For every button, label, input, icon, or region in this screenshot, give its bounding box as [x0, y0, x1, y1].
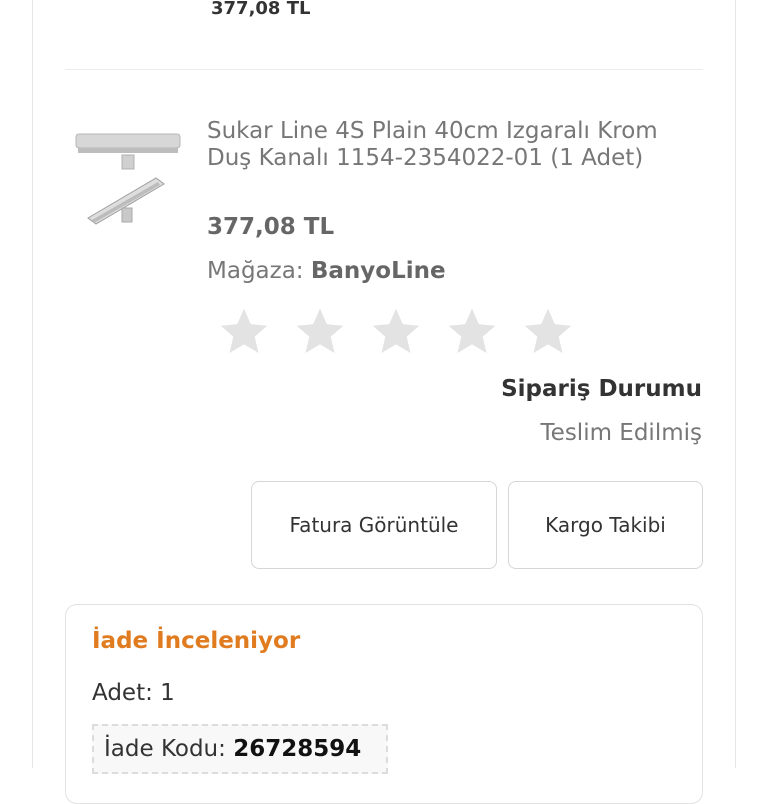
- store-name[interactable]: BanyoLine: [311, 258, 446, 284]
- quantity-label: Adet:: [92, 680, 153, 706]
- product-price: 377,08 TL: [207, 214, 335, 240]
- order-status-label: Sipariş Durumu: [501, 376, 702, 402]
- previous-item-price: 377,08 TL: [211, 0, 311, 19]
- rating-stars: [216, 304, 576, 360]
- store-label: Mağaza:: [207, 258, 304, 284]
- star-icon[interactable]: [216, 304, 272, 360]
- cargo-tracking-button[interactable]: Kargo Takibi: [508, 481, 703, 569]
- divider: [65, 69, 703, 70]
- order-status-value: Teslim Edilmiş: [540, 420, 702, 446]
- product-image[interactable]: [66, 118, 194, 242]
- return-code-label: İade Kodu:: [104, 736, 226, 762]
- quantity-value: 1: [160, 680, 175, 706]
- store-line: Mağaza: BanyoLine: [207, 258, 446, 284]
- return-quantity: Adet: 1: [92, 680, 175, 706]
- star-icon[interactable]: [444, 304, 500, 360]
- star-icon[interactable]: [520, 304, 576, 360]
- return-status: İade İnceleniyor: [92, 628, 301, 654]
- star-icon[interactable]: [368, 304, 424, 360]
- return-code-value: 26728594: [233, 736, 362, 762]
- view-invoice-button[interactable]: Fatura Görüntüle: [251, 481, 497, 569]
- star-icon[interactable]: [292, 304, 348, 360]
- product-title[interactable]: Sukar Line 4S Plain 40cm Izgaralı Krom D…: [207, 118, 707, 172]
- return-code[interactable]: İade Kodu: 26728594: [92, 724, 388, 774]
